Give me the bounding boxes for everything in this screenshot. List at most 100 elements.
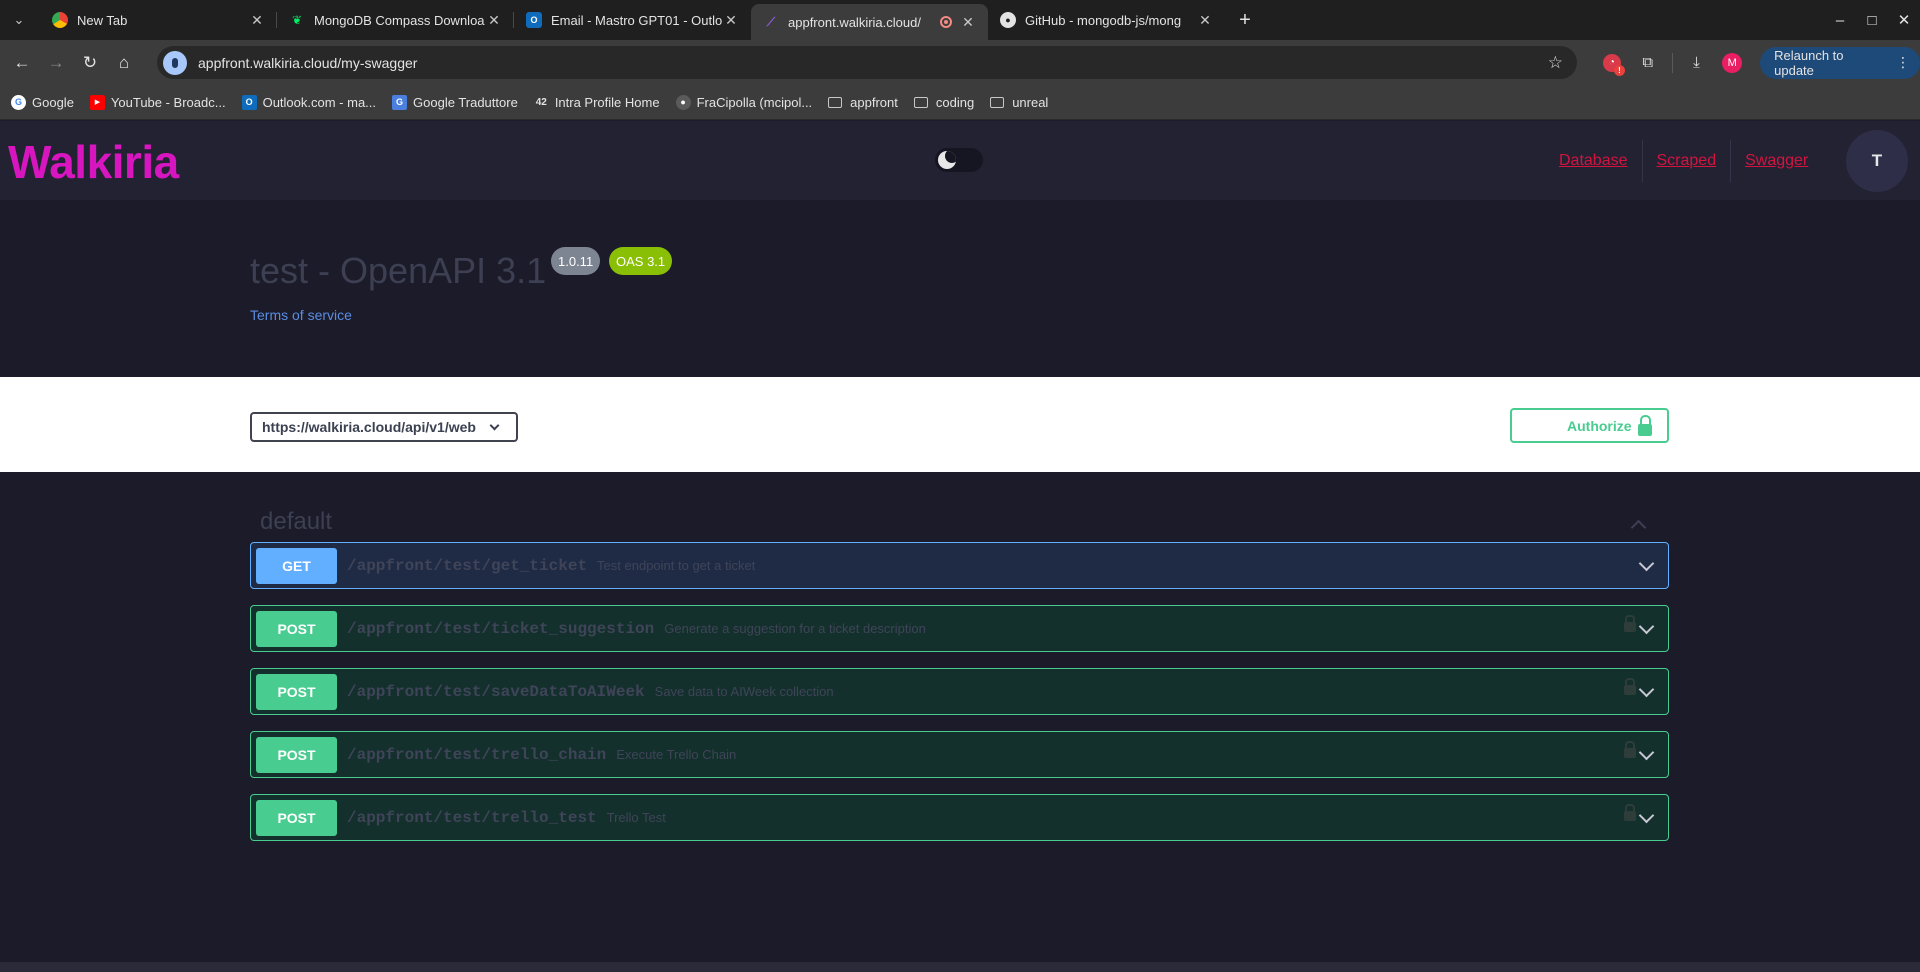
close-tab-icon[interactable]: ✕ bbox=[960, 14, 976, 31]
recording-indicator-icon bbox=[940, 16, 952, 28]
close-window-icon[interactable]: ✕ bbox=[1888, 11, 1920, 29]
chevron-down-icon[interactable] bbox=[1638, 681, 1655, 698]
lock-icon[interactable] bbox=[1624, 741, 1636, 758]
maximize-icon[interactable]: □ bbox=[1856, 12, 1888, 29]
authorize-button[interactable]: Authorize bbox=[1510, 408, 1669, 443]
terms-of-service-link[interactable]: Terms of service bbox=[250, 307, 352, 323]
home-icon[interactable]: ⌂ bbox=[108, 47, 140, 79]
browser-tab-active[interactable]: ⟋ appfront.walkiria.cloud/ ✕ bbox=[751, 4, 988, 40]
opblock-get-ticket[interactable]: GET /appfront/test/get_ticket Test endpo… bbox=[250, 542, 1669, 589]
bookmark-item[interactable]: 42 Intra Profile Home bbox=[534, 95, 660, 110]
browser-tab[interactable]: ❦ MongoDB Compass Downloa ✕ bbox=[277, 0, 514, 40]
tab-title: MongoDB Compass Downloa bbox=[314, 12, 485, 28]
tab-title: GitHub - mongodb-js/mong bbox=[1025, 12, 1182, 28]
outlook-icon: O bbox=[526, 12, 542, 28]
operations-section: default GET /appfront/test/get_ticket Te… bbox=[0, 472, 1920, 972]
nav-link-scraped[interactable]: Scraped bbox=[1641, 139, 1731, 182]
version-badge: 1.0.11 bbox=[551, 247, 601, 275]
operation-path: /appfront/test/saveDataToAIWeek bbox=[347, 682, 645, 701]
browser-tab[interactable]: ● GitHub - mongodb-js/mong ✕ bbox=[988, 0, 1225, 40]
intra-42-icon: 42 bbox=[535, 96, 547, 108]
folder-icon bbox=[913, 96, 928, 108]
chevron-down-icon[interactable] bbox=[1638, 744, 1655, 761]
close-tab-icon[interactable]: ✕ bbox=[1197, 12, 1213, 29]
forward-arrow-icon[interactable]: → bbox=[40, 47, 72, 79]
tag-section-header[interactable]: default bbox=[250, 502, 1669, 542]
new-tab-plus-icon[interactable]: + bbox=[1231, 6, 1259, 34]
bookmark-item[interactable]: O Outlook.com - ma... bbox=[241, 94, 376, 110]
browser-tab[interactable]: O Email - Mastro GPT01 - Outlo ✕ bbox=[514, 0, 751, 40]
chevron-down-icon[interactable] bbox=[1638, 807, 1655, 824]
site-info-mic-icon[interactable] bbox=[163, 50, 187, 75]
bookmark-star-icon[interactable]: ☆ bbox=[1548, 53, 1563, 73]
bookmark-item[interactable]: G Google bbox=[11, 94, 74, 110]
opblock-trello-test[interactable]: POST /appfront/test/trello_test Trello T… bbox=[250, 794, 1669, 841]
back-arrow-icon[interactable]: ← bbox=[6, 47, 38, 79]
minimize-icon[interactable]: – bbox=[1824, 12, 1856, 29]
main-nav: Database Scraped Swagger bbox=[1545, 121, 1822, 200]
opblock-ticket-suggestion[interactable]: POST /appfront/test/ticket_suggestion Ge… bbox=[250, 605, 1669, 652]
downloads-icon[interactable]: ⤓ bbox=[1681, 47, 1713, 79]
tab-search-chevron-icon[interactable]: ⌄ bbox=[5, 6, 33, 34]
address-bar[interactable]: appfront.walkiria.cloud/my-swagger ☆ bbox=[157, 46, 1577, 79]
chevron-down-icon[interactable] bbox=[1638, 618, 1655, 635]
bookmark-folder[interactable]: appfront bbox=[828, 95, 898, 110]
outlook-icon: O bbox=[241, 94, 257, 110]
close-tab-icon[interactable]: ✕ bbox=[486, 12, 502, 29]
tab-title: Email - Mastro GPT01 - Outlo bbox=[551, 12, 723, 28]
relaunch-to-update-button[interactable]: Relaunch to update ⋮ bbox=[1760, 46, 1920, 79]
unlock-icon bbox=[1638, 415, 1652, 436]
profile-avatar[interactable]: M bbox=[1716, 47, 1748, 79]
youtube-icon: ▶ bbox=[89, 94, 105, 110]
bookmark-item[interactable]: ▶ YouTube - Broadc... bbox=[89, 94, 226, 110]
dark-mode-toggle[interactable] bbox=[935, 148, 983, 172]
bookmark-item[interactable]: G Google Traduttore bbox=[392, 94, 518, 110]
tag-name: default bbox=[260, 508, 333, 535]
relaunch-label: Relaunch to update bbox=[1774, 47, 1844, 78]
user-avatar[interactable]: T bbox=[1846, 130, 1908, 192]
bookmark-item[interactable]: ● FraCipolla (mcipol... bbox=[675, 94, 812, 110]
operation-path: /appfront/test/ticket_suggestion bbox=[347, 619, 655, 638]
mongodb-leaf-icon: ❦ bbox=[291, 13, 303, 27]
method-badge: GET bbox=[256, 547, 337, 584]
horizontal-scrollbar[interactable] bbox=[0, 962, 1920, 972]
opblock-save-data-to-aiweek[interactable]: POST /appfront/test/saveDataToAIWeek Sav… bbox=[250, 668, 1669, 715]
extension-icon[interactable]: ◔ ! bbox=[1596, 47, 1628, 79]
extensions-puzzle-icon[interactable]: ⧉ bbox=[1632, 47, 1664, 79]
scheme-container: https://walkiria.cloud/api/v1/web Author… bbox=[0, 377, 1920, 472]
bookmark-folder[interactable]: coding bbox=[913, 95, 974, 110]
lock-icon[interactable] bbox=[1624, 615, 1636, 632]
opblock-trello-chain[interactable]: POST /appfront/test/trello_chain Execute… bbox=[250, 731, 1669, 778]
nav-link-swagger[interactable]: Swagger bbox=[1730, 139, 1822, 182]
chevron-down-icon bbox=[489, 420, 500, 430]
site-favicon-icon: ⟋ bbox=[766, 14, 776, 29]
walkiria-logo[interactable]: Walkiria bbox=[8, 135, 179, 189]
browser-tab[interactable]: New Tab ✕ bbox=[40, 0, 277, 40]
reload-icon[interactable]: ↻ bbox=[74, 47, 106, 79]
operation-path: /appfront/test/get_ticket bbox=[347, 556, 588, 575]
github-icon: ● bbox=[675, 94, 691, 110]
bookmarks-bar: G Google ▶ YouTube - Broadc... O Outlook… bbox=[0, 85, 1920, 120]
lock-icon[interactable] bbox=[1624, 678, 1636, 695]
operation-summary: Trello Test bbox=[606, 810, 666, 825]
chrome-favicon-icon bbox=[52, 12, 68, 28]
operation-summary: Execute Trello Chain bbox=[616, 747, 737, 762]
close-tab-icon[interactable]: ✕ bbox=[723, 12, 739, 29]
github-icon: ● bbox=[1000, 12, 1016, 28]
operation-path: /appfront/test/trello_test bbox=[347, 808, 597, 827]
nav-link-database[interactable]: Database bbox=[1545, 140, 1642, 182]
url-text[interactable]: appfront.walkiria.cloud/my-swagger bbox=[198, 55, 417, 71]
chevron-down-icon[interactable] bbox=[1638, 555, 1655, 572]
chevron-up-icon[interactable] bbox=[1630, 519, 1647, 536]
server-url: https://walkiria.cloud/api/v1/web bbox=[262, 419, 476, 435]
folder-icon bbox=[990, 96, 1005, 108]
toolbar-right: ◔ ! ⧉ ⤓ M Relaunch to update ⋮ bbox=[1596, 46, 1920, 79]
oas-badge: OAS 3.1 bbox=[609, 247, 673, 275]
tab-title: appfront.walkiria.cloud/ bbox=[788, 14, 921, 30]
lock-icon[interactable] bbox=[1624, 804, 1636, 821]
tab-title: New Tab bbox=[77, 12, 128, 28]
server-select[interactable]: https://walkiria.cloud/api/v1/web bbox=[250, 412, 518, 442]
close-tab-icon[interactable]: ✕ bbox=[249, 12, 265, 29]
operation-summary: Save data to AIWeek collection bbox=[654, 684, 834, 699]
bookmark-folder[interactable]: unreal bbox=[990, 95, 1048, 110]
